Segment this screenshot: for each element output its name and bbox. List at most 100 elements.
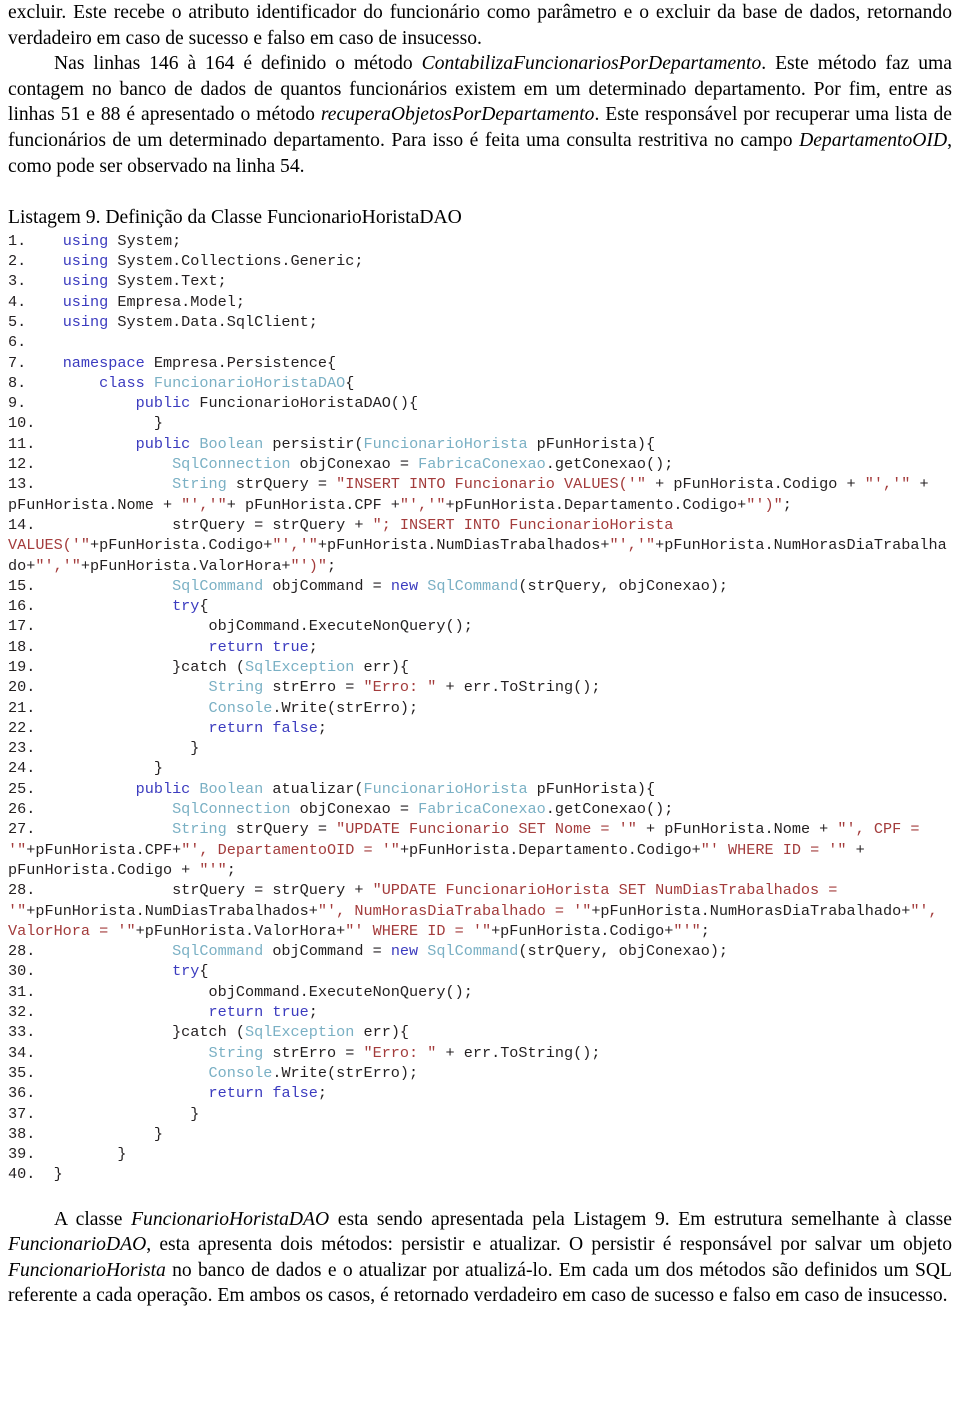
code-line: 7. namespace Empresa.Persistence{ bbox=[8, 353, 952, 373]
code-token-str: "','" bbox=[609, 536, 656, 555]
code-token-pl: persistir( bbox=[263, 434, 364, 453]
code-token-pl: strQuery = bbox=[226, 820, 337, 839]
code-token-pl: strErro = bbox=[263, 1043, 364, 1062]
code-token-kw: using bbox=[62, 272, 109, 291]
code-listing: 1. using System; 2. using System.Collect… bbox=[8, 231, 952, 1185]
code-token-str: "'" bbox=[673, 921, 701, 940]
field-name-departamento-oid: DepartamentoOID bbox=[799, 129, 948, 151]
code-token-typ: String bbox=[208, 678, 264, 697]
code-token-pl: } bbox=[53, 1165, 63, 1184]
code-token-pl: } bbox=[190, 739, 200, 758]
code-line: 21. Console.Write(strErro); bbox=[8, 698, 952, 718]
outro-segment-2: esta sendo apresentada pela Listagem 9. … bbox=[329, 1208, 953, 1230]
code-token-str: "Erro: " bbox=[363, 1043, 437, 1062]
code-line: 19. }catch (SqlException err){ bbox=[8, 657, 952, 677]
code-token-pl: { bbox=[199, 597, 209, 616]
code-line-number: 22. bbox=[8, 718, 209, 737]
code-token-kw: public bbox=[135, 394, 191, 413]
code-line-number: 38. bbox=[8, 1124, 154, 1143]
code-token-str: "','" bbox=[272, 536, 318, 555]
code-line: 3. using System.Text; bbox=[8, 271, 952, 291]
code-line-number: 14. bbox=[8, 515, 173, 534]
code-token-pl: }catch ( bbox=[172, 657, 245, 676]
code-token-pl: System.Data.SqlClient; bbox=[108, 312, 318, 331]
code-token-pl: .getConexao(); bbox=[545, 800, 674, 819]
code-token-pl: + err.ToString(); bbox=[436, 1043, 601, 1062]
code-line-number: 17. bbox=[8, 617, 209, 636]
code-token-str: "' WHERE ID = '" bbox=[700, 840, 847, 859]
code-token-kw: try bbox=[172, 962, 200, 981]
code-line: 4. using Empresa.Model; bbox=[8, 292, 952, 312]
code-token-kw: false bbox=[272, 718, 318, 737]
code-token-typ: FuncionarioHorista bbox=[363, 779, 528, 798]
code-line: 39. } bbox=[8, 1144, 952, 1164]
code-line-number: 1. bbox=[8, 231, 63, 250]
code-token-str: "','" bbox=[181, 495, 227, 514]
code-line: 36. return false; bbox=[8, 1083, 952, 1103]
code-line: 22. return false; bbox=[8, 718, 952, 738]
code-line: 2. using System.Collections.Generic; bbox=[8, 251, 952, 271]
code-line-number: 15. bbox=[8, 576, 173, 595]
code-line-number: 32. bbox=[8, 1003, 209, 1022]
code-token-str: "' WHERE ID = '" bbox=[345, 921, 492, 940]
code-token-pl: +pFunHorista.NumDiasTrabalhados+ bbox=[26, 901, 318, 920]
code-token-typ: FuncionarioHorista bbox=[363, 434, 528, 453]
code-token-pl: ; bbox=[327, 556, 337, 575]
code-token-kw: public bbox=[135, 779, 191, 798]
code-line-number: 28. bbox=[8, 881, 173, 900]
code-token-kw: false bbox=[272, 1084, 318, 1103]
spacer-after-listing bbox=[8, 1185, 952, 1207]
code-line: 10. } bbox=[8, 413, 952, 433]
code-token-pl: ; bbox=[226, 860, 236, 879]
code-token-kw: new bbox=[390, 942, 419, 961]
code-token-str: "')" bbox=[746, 495, 783, 514]
class-name-funcionario-horista-dao: FuncionarioHoristaDAO bbox=[131, 1208, 330, 1230]
intro-p2-segment-1: Nas linhas 146 à 164 é definido o método bbox=[54, 53, 422, 75]
code-token-kw: return bbox=[208, 718, 264, 737]
code-token-pl: +pFunHorista.NumHorasDiaTrabalhado+ bbox=[591, 901, 911, 920]
code-token-pl: objCommand.ExecuteNonQuery(); bbox=[208, 982, 473, 1001]
code-line-number: 2. bbox=[8, 252, 63, 271]
code-token-pl: pFunHorista){ bbox=[527, 779, 656, 798]
code-token-pl: +pFunHorista.ValorHora+ bbox=[80, 556, 291, 575]
code-token-pl: { bbox=[345, 373, 355, 392]
method-name-recupera-objetos: recuperaObjetosPorDepartamento bbox=[320, 104, 595, 126]
code-token-typ: SqlCommand bbox=[172, 942, 264, 961]
code-token-typ: SqlException bbox=[244, 657, 355, 676]
code-token-str: "', DepartamentoOID = '" bbox=[181, 840, 400, 859]
code-token-pl: ; bbox=[308, 1003, 318, 1022]
code-line: 6. bbox=[8, 332, 952, 352]
code-token-pl: (strQuery, objConexao); bbox=[518, 576, 729, 595]
code-token-str: "','" bbox=[35, 556, 81, 575]
code-token-pl: ; bbox=[317, 718, 328, 737]
code-token-pl: FuncionarioHoristaDAO(){ bbox=[190, 394, 419, 413]
code-token-pl: + pFunHorista.Codigo + bbox=[646, 475, 865, 494]
code-token-pl: objConexao = bbox=[290, 800, 419, 819]
code-line: 17. objCommand.ExecuteNonQuery(); bbox=[8, 616, 952, 636]
code-line: 40. } bbox=[8, 1164, 952, 1184]
code-line-number: 24. bbox=[8, 759, 154, 778]
code-token-str: "','" bbox=[864, 475, 911, 494]
code-token-pl: err){ bbox=[354, 1023, 410, 1042]
code-token-pl: pFunHorista){ bbox=[527, 434, 656, 453]
code-token-pl: } bbox=[153, 1124, 163, 1143]
code-token-pl: atualizar( bbox=[263, 779, 364, 798]
code-token-pl: objConexao = bbox=[290, 455, 419, 474]
class-name-funcionario-horista: FuncionarioHorista bbox=[8, 1259, 166, 1281]
code-token-typ: Boolean bbox=[199, 434, 264, 453]
intro-paragraph-1-text: excluir. Este recebe o atributo identifi… bbox=[8, 2, 952, 49]
code-token-str: "', NumHorasDiaTrabalhado = '" bbox=[317, 901, 592, 920]
code-token-str: "Erro: " bbox=[363, 678, 437, 697]
code-line-number: 25. bbox=[8, 779, 136, 798]
code-token-pl: +pFunHorista.CPF+ bbox=[26, 840, 182, 859]
code-line-number: 31. bbox=[8, 982, 209, 1001]
code-line-number: 30. bbox=[8, 962, 173, 981]
code-token-typ: String bbox=[208, 1043, 264, 1062]
code-line: 16. try{ bbox=[8, 596, 952, 616]
code-token-pl: objCommand.ExecuteNonQuery(); bbox=[208, 617, 473, 636]
code-token-str: "INSERT INTO Funcionario VALUES('" bbox=[336, 475, 647, 494]
code-token-pl: ; bbox=[308, 637, 318, 656]
code-line-number: 6. bbox=[8, 333, 45, 352]
